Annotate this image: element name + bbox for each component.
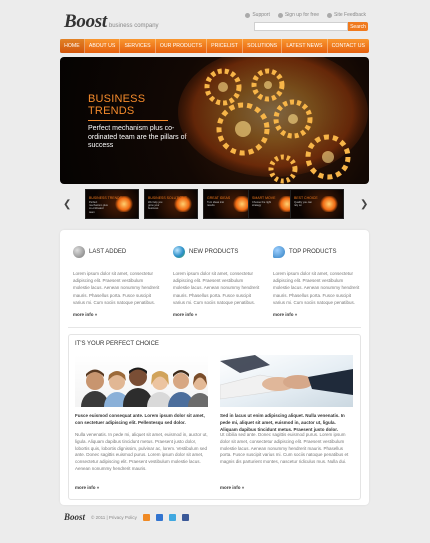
content-card: LAST ADDED Lorem ipsum dolor sit amet, c… [60,230,369,505]
feedback-link[interactable]: Site Feedback [327,12,366,18]
more-info-link[interactable]: more info » [73,312,97,317]
facebook-icon[interactable] [181,513,189,521]
nav-item-about-us[interactable]: ABOUT US [85,39,121,53]
support-link-label: Support [252,12,270,18]
rss-icon[interactable] [142,513,150,521]
thumbnail-title: GREAT IDEAS [207,196,231,200]
column-title: TOP PRODUCTS [289,249,337,255]
logo-text: Boost [64,11,107,32]
search-button[interactable]: Search [348,22,368,31]
nav-item-latest-news[interactable]: LATEST NEWS [282,39,328,53]
thumbnail-2[interactable]: BUSINESS SOLUTIONS We help you grow your… [144,189,198,219]
top-links: Support Sign up for free Site Feedback [245,12,366,18]
speech-bubble-icon [327,12,333,18]
signup-link-label: Sign up for free [284,12,320,18]
thumbnail-caption: Perfect mechanism plus co-ordinated team [89,201,108,214]
slider-title: BUSINESS TRENDS [88,93,145,117]
main-nav: HOME ABOUT US SERVICES OUR PRODUCTS PRIC… [60,39,369,53]
site-logo[interactable]: Boost business company [64,11,159,33]
logo-tagline: business company [108,23,159,29]
slider-thumbnails: ❮ BUSINESS TRENDS Perfect mechanism plus… [60,189,369,221]
slider-title-line2: TRENDS [88,105,135,117]
checkmark-icon [320,196,338,212]
column-title: NEW PRODUCTS [189,249,239,255]
section-divider [68,327,361,328]
more-info-link[interactable]: more info » [220,485,244,490]
slider-divider [88,120,168,121]
hero-slider[interactable]: BUSINESS TRENDS Perfect mechanism plus c… [60,57,369,184]
envelope-icon [174,196,192,212]
column-top-products: TOP PRODUCTS Lorem ipsum dolor sit amet,… [273,244,361,317]
search-bar: Search [254,22,368,31]
chat-bubble-icon [273,246,285,258]
column-last-added: LAST ADDED Lorem ipsum dolor sit amet, c… [73,244,161,317]
thumbnail-caption: Choose the right strategy [252,201,272,208]
support-link[interactable]: Support [245,12,270,18]
nav-item-our-products[interactable]: OUR PRODUCTS [156,39,208,53]
feedback-link-label: Site Feedback [334,12,366,18]
next-arrow-icon[interactable]: ❯ [360,199,368,210]
flaming-gears-image [178,57,368,184]
more-info-link[interactable]: more info » [273,312,297,317]
column-header: LAST ADDED [73,244,161,260]
gear-icon [115,196,133,212]
thumbnail-caption: We help you grow your business [148,201,163,211]
user-icon [277,12,283,18]
nav-item-home[interactable]: HOME [60,39,85,53]
lifebuoy-icon [245,12,251,18]
footer-logo[interactable]: Boost [64,512,85,522]
left-article-title: Fusce euismod consequat ante. Lorem ipsu… [75,413,205,425]
nav-item-solutions[interactable]: SOLUTIONS [243,39,283,53]
column-text: Lorem ipsum dolor sit amet, consectetur … [73,271,160,305]
thumbnail-title: BEST CHOICE [294,196,318,200]
more-info-link[interactable]: more info » [173,312,197,317]
section-title: IT'S YOUR PERFECT CHOICE [75,341,159,347]
search-input[interactable] [254,22,348,31]
right-article-text: Ut cibilia sed ante. Donec sagittis euis… [220,432,349,465]
gear-icon [73,246,85,258]
column-new-products: NEW PRODUCTS Lorem ipsum dolor sit amet,… [173,244,261,317]
slider-title-line1: BUSINESS [88,93,146,105]
nav-item-pricelist[interactable]: PRICELIST [207,39,244,53]
thumbnail-5[interactable]: BEST CHOICE Quality you can rely on [290,189,344,219]
nav-item-contact-us[interactable]: CONTACT US [328,39,369,53]
left-article-text: Nulla venenatis. In pede mi, aliquet sit… [75,432,208,471]
perfect-choice-box: IT'S YOUR PERFECT CHOICE Fusce euismod c… [68,334,361,500]
column-header: TOP PRODUCTS [273,244,361,260]
delicious-icon[interactable] [155,513,163,521]
column-text: Lorem ipsum dolor sit amet, consectetur … [173,271,260,305]
thumbnail-caption: Quality you can rely on [294,201,312,208]
column-header: NEW PRODUCTS [173,244,261,260]
footer: Boost © 2011 | Privacy Policy [64,512,189,522]
globe-icon [173,246,185,258]
thumbnail-title: SMART MOVE [252,196,276,200]
team-photo [75,355,208,407]
more-info-link[interactable]: more info » [75,485,99,490]
right-article-title: Sed in lacus ut enim adipiscing aliquet.… [220,413,345,432]
nav-item-services[interactable]: SERVICES [120,39,156,53]
prev-arrow-icon[interactable]: ❮ [63,199,71,210]
thumbnail-caption: Turn ideas into results [207,201,225,208]
twitter-icon[interactable] [168,513,176,521]
handshake-photo [220,355,353,407]
signup-link[interactable]: Sign up for free [277,12,320,18]
column-title: LAST ADDED [89,249,127,255]
thumbnail-1[interactable]: BUSINESS TRENDS Perfect mechanism plus c… [85,189,139,219]
copyright-text: © 2011 | Privacy Policy [91,514,137,520]
column-text: Lorem ipsum dolor sit amet, consectetur … [273,271,360,305]
